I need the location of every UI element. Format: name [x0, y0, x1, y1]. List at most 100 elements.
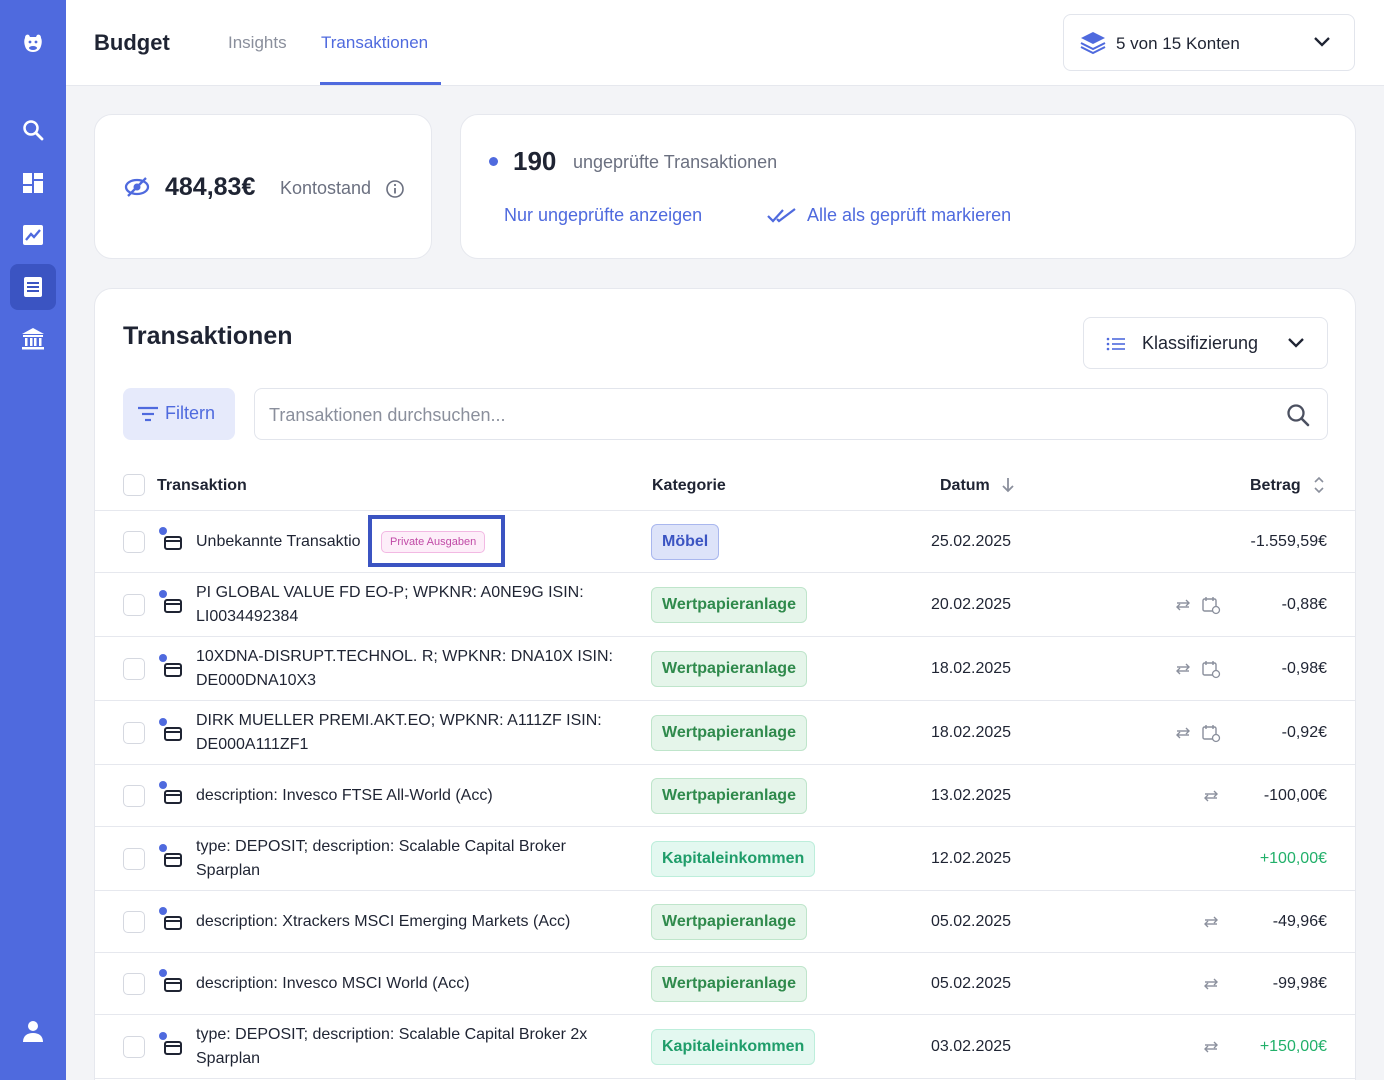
- unchecked-label: ungeprüfte Transaktionen: [573, 152, 778, 172]
- table-row[interactable]: description: Xtrackers MSCI Emerging Mar…: [95, 891, 1355, 953]
- hippo-logo-icon[interactable]: [10, 20, 56, 66]
- category-badge[interactable]: Wertpapieranlage: [651, 587, 807, 623]
- select-all-checkbox[interactable]: [123, 474, 145, 496]
- accounts-label: 5 von 15 Konten: [1116, 34, 1240, 53]
- category-badge[interactable]: Kapitaleinkommen: [651, 841, 816, 877]
- chevron-down-icon: [1288, 338, 1304, 348]
- filter-button[interactable]: Filtern: [123, 388, 235, 440]
- description-line: type: DEPOSIT; description: Scalable Cap…: [196, 1026, 588, 1043]
- transaction-date: 12.02.2025: [931, 850, 1012, 867]
- table-row[interactable]: PI GLOBAL VALUE FD EO-P; WPKNR: A0NE9G I…: [95, 573, 1355, 637]
- category-badge[interactable]: Wertpapieranlage: [651, 778, 807, 814]
- table-row[interactable]: 10XDNA-DISRUPT.TECHNOL. R; WPKNR: DNA10X…: [95, 637, 1355, 701]
- eye-off-icon[interactable]: [123, 175, 151, 199]
- transfer-icon: [1204, 978, 1218, 990]
- category-badge[interactable]: Wertpapieranlage: [651, 651, 807, 687]
- transfer-icon: [1204, 1041, 1218, 1053]
- tab-transaktionen[interactable]: Transaktionen: [321, 33, 428, 53]
- show-unchecked-link[interactable]: Nur ungeprüfte anzeigen: [504, 205, 702, 226]
- user-icon[interactable]: [10, 1008, 56, 1054]
- description-line: description: Invesco MSCI World (Acc): [196, 975, 470, 992]
- column-date[interactable]: Datum: [940, 477, 990, 495]
- active-tab-indicator: [320, 82, 441, 85]
- unchecked-count: 190: [513, 146, 557, 176]
- transaction-description: description: Xtrackers MSCI Emerging Mar…: [196, 910, 616, 934]
- top-bar: Budget Insights Transaktionen 5 von 15 K…: [66, 0, 1384, 86]
- table-row[interactable]: DIRK MUELLER PREMI.AKT.EO; WPKNR: A111ZF…: [95, 701, 1355, 765]
- row-checkbox[interactable]: [123, 848, 145, 870]
- row-checkbox[interactable]: [123, 785, 145, 807]
- row-checkbox[interactable]: [123, 658, 145, 680]
- row-checkbox[interactable]: [123, 911, 145, 933]
- dashboard-icon[interactable]: [10, 160, 56, 206]
- sort-down-icon[interactable]: [1001, 476, 1015, 494]
- row-checkbox[interactable]: [123, 594, 145, 616]
- table-row[interactable]: description: Invesco FTSE All-World (Acc…: [95, 765, 1355, 827]
- transaction-date: 13.02.2025: [931, 787, 1012, 804]
- tab-insights[interactable]: Insights: [228, 33, 287, 53]
- category-badge[interactable]: Wertpapieranlage: [651, 966, 807, 1002]
- card-payment-icon: [159, 969, 185, 997]
- search-icon[interactable]: [10, 107, 56, 153]
- chart-icon[interactable]: [10, 212, 56, 258]
- description-line: LI0034492384: [196, 608, 299, 625]
- table-row[interactable]: Unbekannte Transaktio Private Ausgaben Möb…: [95, 511, 1355, 573]
- list-lines-icon: [1106, 337, 1125, 351]
- transactions-title: Transaktionen: [123, 322, 293, 350]
- category-badge[interactable]: Kapitaleinkommen: [651, 1029, 816, 1065]
- transaction-date: 18.02.2025: [931, 660, 1012, 677]
- transaction-amount: -1.559,59€: [1250, 533, 1327, 550]
- row-checkbox[interactable]: [123, 722, 145, 744]
- transaction-amount: -0,92€: [1281, 724, 1327, 741]
- table-row[interactable]: type: DEPOSIT; description: Scalable Cap…: [95, 1015, 1355, 1079]
- description-line: PI GLOBAL VALUE FD EO-P; WPKNR: A0NE9G I…: [196, 584, 584, 601]
- search-input[interactable]: [269, 401, 1249, 429]
- transaction-amount: +100,00€: [1259, 850, 1327, 867]
- row-checkbox[interactable]: [123, 1036, 145, 1058]
- transactions-card: Transaktionen Klassifizierung Filtern Tr…: [94, 288, 1356, 1080]
- calendar-repeat-icon: [1202, 661, 1221, 679]
- row-checkbox[interactable]: [123, 531, 145, 553]
- row-checkbox[interactable]: [123, 973, 145, 995]
- card-payment-icon: [159, 718, 185, 746]
- balance-card: 484,83€ Kontostand: [94, 114, 432, 259]
- search-box: [254, 388, 1328, 440]
- description-line: DIRK MUELLER PREMI.AKT.EO; WPKNR: A111ZF…: [196, 712, 602, 729]
- transaction-description: DIRK MUELLER PREMI.AKT.EO; WPKNR: A111ZF…: [196, 709, 616, 757]
- info-icon[interactable]: [385, 179, 405, 199]
- description-line: 10XDNA-DISRUPT.TECHNOL. R; WPKNR: DNA10X…: [196, 648, 613, 665]
- transaction-date: 20.02.2025: [931, 596, 1012, 613]
- description-line: Sparplan: [196, 1050, 261, 1067]
- transfer-icon: [1176, 727, 1190, 739]
- unchecked-dot: [489, 157, 498, 166]
- category-badge[interactable]: Wertpapieranlage: [651, 715, 807, 751]
- list-icon[interactable]: [10, 264, 56, 310]
- column-amount[interactable]: Betrag: [1250, 477, 1301, 495]
- transaction-description: description: Invesco FTSE All-World (Acc…: [196, 784, 616, 808]
- transaction-date: 05.02.2025: [931, 913, 1012, 930]
- card-payment-icon: [159, 654, 185, 682]
- transfer-icon: [1204, 790, 1218, 802]
- search-icon[interactable]: [1285, 402, 1311, 428]
- category-badge[interactable]: Möbel: [651, 524, 720, 560]
- transaction-date: 03.02.2025: [931, 1038, 1012, 1055]
- transaction-amount: +150,00€: [1259, 1038, 1327, 1055]
- transaction-description: type: DEPOSIT; description: Scalable Cap…: [196, 835, 616, 883]
- column-category: Kategorie: [652, 477, 726, 494]
- mark-all-checked-link[interactable]: Alle als geprüft markieren: [807, 205, 1011, 226]
- balance-label: Kontostand: [280, 178, 372, 198]
- sort-toggle-icon[interactable]: [1313, 475, 1325, 495]
- description-line: description: Xtrackers MSCI Emerging Mar…: [196, 913, 571, 930]
- bank-icon[interactable]: [10, 316, 56, 362]
- card-payment-icon: [159, 844, 185, 872]
- transaction-amount: -0,98€: [1281, 660, 1327, 677]
- accounts-selector[interactable]: 5 von 15 Konten: [1063, 14, 1355, 71]
- column-transaction: Transaktion: [157, 477, 247, 494]
- tag-badge[interactable]: Private Ausgaben: [381, 531, 486, 553]
- table-row[interactable]: type: DEPOSIT; description: Scalable Cap…: [95, 827, 1355, 891]
- chevron-down-icon: [1314, 37, 1330, 47]
- table-row[interactable]: description: Invesco MSCI World (Acc) Wer…: [95, 953, 1355, 1015]
- category-badge[interactable]: Wertpapieranlage: [651, 904, 807, 940]
- classification-dropdown[interactable]: Klassifizierung: [1083, 317, 1328, 369]
- card-payment-icon: [159, 907, 185, 935]
